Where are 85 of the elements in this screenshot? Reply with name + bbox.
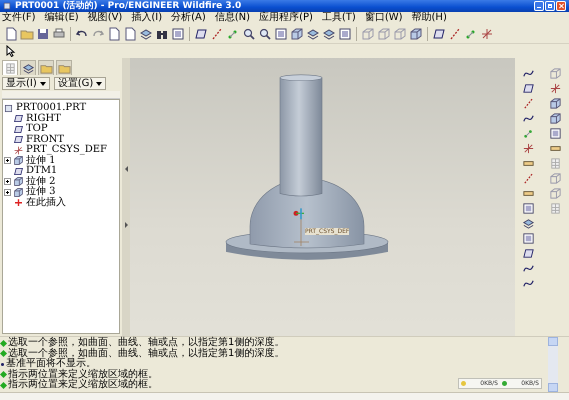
plane-icon — [13, 134, 24, 146]
layers-icon[interactable] — [306, 26, 320, 40]
csys-icon[interactable] — [480, 26, 494, 40]
tree-item[interactable]: 在此插入 — [26, 198, 66, 208]
dropdown-button[interactable]: 设置(G) — [54, 77, 106, 90]
square-icon — [2, 1, 12, 11]
tree-item[interactable]: 拉伸 2 — [26, 176, 56, 187]
floppy-icon[interactable] — [36, 26, 50, 40]
tree-item[interactable]: PRT_CSYS_DEF — [26, 145, 107, 156]
plane-icon[interactable] — [522, 247, 535, 260]
plane-icon[interactable] — [194, 26, 208, 40]
info-icon — [1, 362, 4, 366]
menu-item[interactable]: 工具(T) — [322, 12, 356, 24]
menu-item[interactable]: 文件(F) — [2, 12, 36, 24]
menu-item[interactable]: 窗口(W) — [364, 12, 403, 24]
message-text: 基准平面将不显示。 — [6, 359, 96, 369]
message-text: 指示两位置来定义缩放区域的框。 — [8, 370, 158, 380]
plane-icon[interactable] — [432, 26, 446, 40]
plane-icon — [13, 113, 24, 124]
cursor-icon[interactable] — [4, 44, 18, 58]
message-text: 指示两位置来定义缩放区域的框。 — [8, 380, 158, 390]
menu-item[interactable]: 帮助(H) — [412, 12, 447, 24]
expand-toggle[interactable] — [4, 157, 11, 164]
download-icon — [502, 381, 507, 386]
axis-icon[interactable] — [522, 97, 535, 110]
maximize-button[interactable] — [545, 1, 555, 11]
plane-icon — [13, 166, 24, 177]
frame-icon[interactable] — [522, 202, 535, 215]
cube-icon[interactable] — [290, 26, 304, 40]
splitter-handle[interactable] — [122, 58, 130, 336]
minimize-button[interactable] — [534, 1, 544, 11]
menu-item[interactable]: 编辑(E) — [44, 12, 79, 24]
cube-icon — [13, 155, 24, 166]
upload-icon — [461, 381, 466, 386]
square-icon — [3, 102, 14, 114]
tree-item[interactable]: TOP — [26, 124, 48, 134]
tree-item[interactable]: DTM1 — [26, 166, 58, 176]
plane-icon[interactable] — [522, 82, 535, 95]
csys-icon[interactable] — [522, 142, 535, 155]
window-title: PRT0001 (活动的) - Pro/ENGINEER Wildfire 3.0 — [15, 0, 242, 12]
panel-tab[interactable] — [20, 60, 36, 75]
cube-icon[interactable] — [549, 112, 562, 125]
frame-icon[interactable] — [522, 232, 535, 245]
part-model-drawing[interactable] — [226, 74, 388, 260]
plane-icon — [13, 124, 24, 135]
layers-icon[interactable] — [139, 26, 153, 40]
cube-icon[interactable] — [409, 26, 423, 40]
document-icon[interactable] — [107, 26, 121, 40]
printer-icon[interactable] — [52, 26, 66, 40]
menu-item[interactable]: 视图(V) — [88, 12, 122, 24]
tree-item[interactable]: 拉伸 1 — [26, 156, 56, 166]
insert-marker-icon — [15, 199, 22, 206]
close-button[interactable] — [556, 1, 566, 11]
menu-item[interactable]: 插入(I) — [131, 12, 162, 24]
frame-icon[interactable] — [171, 26, 185, 40]
magnifier-icon[interactable] — [242, 26, 256, 40]
scrollbar[interactable] — [548, 337, 558, 392]
expand-toggle[interactable] — [4, 188, 11, 196]
axis-icon[interactable] — [522, 172, 535, 185]
tree-item[interactable]: FRONT — [26, 134, 64, 145]
expand-toggle[interactable] — [4, 178, 11, 186]
magnifier-icon[interactable] — [258, 26, 272, 40]
frame-icon[interactable] — [338, 26, 352, 40]
document-icon[interactable] — [4, 26, 18, 40]
tree-item[interactable]: RIGHT — [26, 114, 61, 124]
cube-icon — [13, 186, 24, 198]
frame-icon[interactable] — [274, 26, 288, 40]
axis-icon[interactable] — [210, 26, 224, 40]
tree-item[interactable]: PRT0001.PRT — [16, 103, 86, 114]
dropdown-button[interactable]: 显示(I) — [2, 77, 50, 90]
message-text: 选取一个参照，如曲面、曲线、轴或点，以指定第1侧的深度。 — [8, 338, 284, 348]
document-icon[interactable] — [123, 26, 137, 40]
message-text: 选取一个参照，如曲面、曲线、轴或点，以指定第1侧的深度。 — [8, 348, 284, 358]
csys-icon — [13, 144, 24, 156]
tree-item[interactable]: 拉伸 3 — [26, 187, 56, 198]
layers-icon[interactable] — [522, 217, 535, 230]
csys-icon[interactable] — [549, 82, 562, 95]
cube-icon[interactable] — [549, 97, 562, 110]
frame-icon[interactable] — [549, 127, 562, 140]
menu-item[interactable]: 分析(A) — [171, 12, 206, 24]
menu-item[interactable]: 应用程序(P) — [259, 12, 313, 24]
layers-icon[interactable] — [322, 26, 336, 40]
cube-icon — [13, 176, 24, 188]
axis-icon[interactable] — [448, 26, 462, 40]
menu-item[interactable]: 信息(N) — [214, 12, 250, 24]
